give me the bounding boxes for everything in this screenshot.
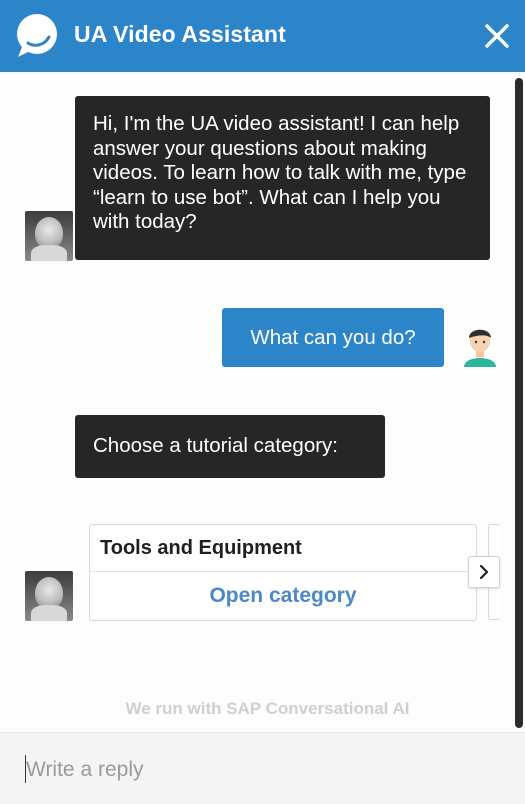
close-icon[interactable] xyxy=(481,20,513,52)
bot-message: Choose a tutorial category: xyxy=(75,415,385,478)
user-message: What can you do? xyxy=(222,308,444,367)
user-avatar-icon xyxy=(464,329,496,367)
chat-header: UA Video Assistant xyxy=(0,0,525,72)
bot-avatar xyxy=(25,571,73,621)
powered-by-text: We run with SAP Conversational AI xyxy=(125,699,410,718)
composer xyxy=(0,732,525,804)
chat-bubble-icon xyxy=(17,14,57,57)
category-card: Tools and Equipment Open category xyxy=(89,524,477,621)
chat-widget: UA Video Assistant Hi, I'm the UA video … xyxy=(0,0,525,804)
card-title: Tools and Equipment xyxy=(100,537,302,559)
chevron-right-icon xyxy=(479,564,489,580)
bot-message: Hi, I'm the UA video assistant! I can he… xyxy=(75,96,490,260)
bot-avatar xyxy=(25,211,73,261)
open-category-button[interactable]: Open category xyxy=(90,572,476,620)
reply-input[interactable] xyxy=(24,751,498,789)
carousel-next-button[interactable] xyxy=(468,556,500,588)
conversation-scrollbar[interactable] xyxy=(515,78,523,728)
chat-title: UA Video Assistant xyxy=(74,21,286,47)
